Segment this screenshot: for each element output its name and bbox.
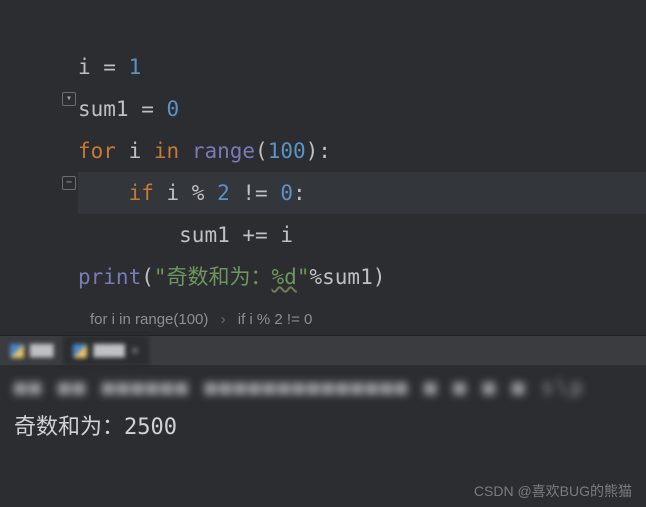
code-area[interactable]: i = 1 sum1 = 0 for i in range(100): if i… (78, 0, 646, 305)
fold-if-icon[interactable]: − (62, 176, 76, 190)
code-editor[interactable]: ▾ − i = 1 sum1 = 0 for i in range(100): … (0, 0, 646, 305)
run-tab[interactable]: ▇▇▇ (0, 336, 63, 365)
code-line: for i in range(100): (78, 139, 331, 163)
breadcrumb[interactable]: for i in range(100) › if i % 2 != 0 (0, 305, 646, 335)
tab-label: ▇▇▇▇ (93, 343, 124, 358)
code-line: sum1 += i (78, 223, 293, 247)
run-console[interactable]: ■■ ■■ ■■■■■■ ■■■■■■■■■■■■■■ ■ ■ ■ ■ s\p … (0, 365, 646, 441)
breadcrumb-item[interactable]: if i % 2 != 0 (238, 311, 313, 328)
console-command: ■■ ■■ ■■■■■■ ■■■■■■■■■■■■■■ ■ ■ ■ ■ s\p (14, 375, 632, 399)
chevron-right-icon: › (221, 311, 226, 328)
code-line: print("奇数和为：%d"%sum1) (78, 265, 385, 289)
tool-tabs[interactable]: ▇▇▇ ▇▇▇▇ × (0, 335, 646, 365)
watermark: CSDN @喜欢BUG的熊猫 (474, 481, 632, 501)
code-line-active: if i % 2 != 0: (78, 172, 646, 214)
run-tab-active[interactable]: ▇▇▇▇ × (63, 336, 149, 365)
console-output: 奇数和为：2500 (14, 407, 632, 441)
tab-label: ▇▇▇ (30, 343, 53, 358)
breadcrumb-item[interactable]: for i in range(100) (90, 311, 208, 328)
code-line: sum1 = 0 (78, 97, 179, 121)
close-icon[interactable]: × (131, 343, 139, 359)
python-icon (10, 344, 24, 358)
code-line: i = 1 (78, 55, 141, 79)
python-icon (73, 344, 87, 358)
fold-for-icon[interactable]: ▾ (62, 92, 76, 106)
editor-gutter: ▾ − (0, 0, 78, 305)
